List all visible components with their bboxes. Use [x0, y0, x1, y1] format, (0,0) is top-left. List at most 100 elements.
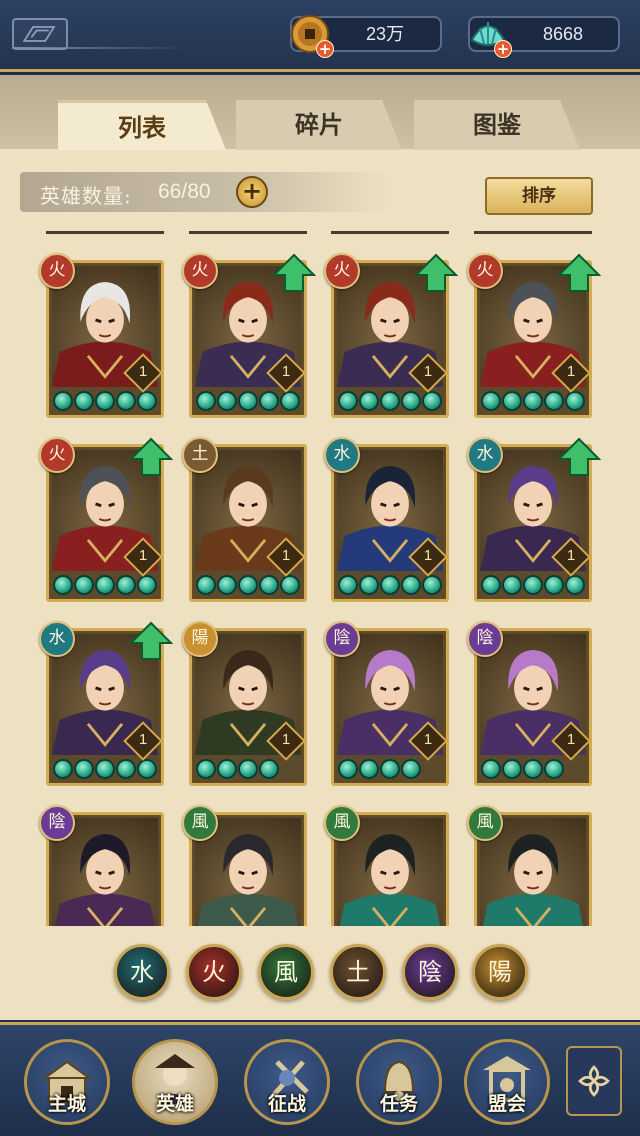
- star-bead-icon: [74, 391, 94, 411]
- element-badge: 水: [39, 621, 75, 657]
- hero-card[interactable]: 1水: [39, 621, 174, 786]
- element-filter-button[interactable]: 土: [330, 944, 386, 1000]
- jade-shell-icon[interactable]: +: [466, 12, 512, 58]
- star-bead-icon: [53, 759, 73, 779]
- star-bead-icon: [196, 759, 216, 779]
- element-filter-button[interactable]: 火: [186, 944, 242, 1000]
- hero-level: 1: [566, 731, 576, 748]
- nav-label: 任务: [379, 1093, 418, 1115]
- star-bead-icon: [523, 759, 543, 779]
- star-bead-icon: [338, 391, 358, 411]
- hero-card[interactable]: 1土: [182, 437, 307, 602]
- hero-level: 1: [138, 547, 148, 564]
- nav-label: 主城: [47, 1093, 86, 1115]
- star-bead-icon: [74, 575, 94, 595]
- star-bead-icon: [565, 391, 585, 411]
- star-bead-icon: [565, 575, 585, 595]
- copper-coin-icon[interactable]: +: [288, 12, 334, 58]
- tab-fragments[interactable]: 碎片: [236, 100, 402, 150]
- star-beads: [53, 759, 157, 779]
- hero-card[interactable]: 1陰: [467, 621, 592, 786]
- menu-icon: [22, 26, 56, 42]
- star-bead-icon: [481, 759, 501, 779]
- star-bead-icon: [53, 575, 73, 595]
- hero-level: 1: [423, 363, 433, 380]
- hero-count-value: 66/80: [158, 180, 211, 203]
- element-filter-button[interactable]: 水: [114, 944, 170, 1000]
- element-filter-button[interactable]: 陰: [402, 944, 458, 1000]
- nav-item[interactable]: 任务: [356, 1039, 442, 1125]
- element-badge: 火: [39, 253, 75, 289]
- expand-roster-button[interactable]: +: [236, 176, 268, 208]
- star-bead-icon: [481, 575, 501, 595]
- hero-grid: 1火 1火 1火 1火 1火 1 土 1 水 1 水 1 水 1 陽 1 陰 1…: [0, 240, 640, 926]
- element-filter-button[interactable]: 陽: [472, 944, 528, 1000]
- star-beads: [481, 575, 585, 595]
- element-badge: 風: [182, 805, 218, 841]
- element-badge: 風: [467, 805, 503, 841]
- hero-card[interactable]: 1火: [182, 253, 317, 418]
- nav-item[interactable]: 主城: [24, 1039, 110, 1125]
- star-bead-icon: [196, 575, 216, 595]
- sort-button[interactable]: 排序: [485, 177, 593, 215]
- element-badge: 水: [467, 437, 503, 473]
- hero-card[interactable]: 1火: [39, 253, 164, 418]
- star-beads: [481, 391, 585, 411]
- tab-list[interactable]: 列表: [58, 100, 226, 150]
- column-divider: [474, 231, 592, 234]
- hero-level: 1: [566, 547, 576, 564]
- element-badge: 陰: [324, 621, 360, 657]
- star-bead-icon: [137, 391, 157, 411]
- hero-card[interactable]: 風: [324, 805, 449, 926]
- hero-card[interactable]: 陰: [39, 805, 164, 926]
- upgrade-arrow-icon: [128, 621, 174, 661]
- hero-card[interactable]: 風: [467, 805, 592, 926]
- star-bead-icon: [280, 391, 300, 411]
- star-bead-icon: [502, 759, 522, 779]
- hero-card[interactable]: 1火: [467, 253, 602, 418]
- element-filter-bar: 水火風土陰陽: [0, 944, 640, 1008]
- menu-button[interactable]: [12, 18, 68, 50]
- star-bead-icon: [523, 575, 543, 595]
- element-filter-button[interactable]: 風: [258, 944, 314, 1000]
- coin-amount: 23万: [365, 24, 405, 44]
- hero-level: 1: [423, 547, 433, 564]
- star-bead-icon: [259, 391, 279, 411]
- star-bead-icon: [401, 759, 421, 779]
- nav-item[interactable]: 英雄: [132, 1039, 218, 1125]
- more-menu-button[interactable]: [566, 1046, 622, 1116]
- star-beads: [338, 391, 442, 411]
- star-beads: [481, 759, 564, 779]
- hero-card[interactable]: 1水: [324, 437, 449, 602]
- hero-card[interactable]: 1火: [39, 437, 174, 602]
- hero-level: 1: [423, 731, 433, 748]
- star-bead-icon: [116, 759, 136, 779]
- nav-label: 英雄: [155, 1093, 194, 1115]
- star-beads: [53, 575, 157, 595]
- star-bead-icon: [196, 391, 216, 411]
- star-bead-icon: [380, 391, 400, 411]
- hero-card[interactable]: 風: [182, 805, 307, 926]
- upgrade-arrow-icon: [556, 253, 602, 293]
- star-bead-icon: [422, 391, 442, 411]
- element-badge: 火: [39, 437, 75, 473]
- nav-item[interactable]: 征战: [244, 1039, 330, 1125]
- star-bead-icon: [359, 759, 379, 779]
- star-bead-icon: [380, 759, 400, 779]
- hero-count-label: 英雄数量:: [40, 184, 132, 208]
- nav-item[interactable]: 盟会: [464, 1039, 550, 1125]
- hero-card[interactable]: 1水: [467, 437, 602, 602]
- tab-codex[interactable]: 图鉴: [414, 100, 580, 150]
- jade-shell-counter: + 8668: [468, 16, 620, 58]
- hero-card[interactable]: 1陰: [324, 621, 449, 786]
- star-bead-icon: [422, 575, 442, 595]
- hero-card[interactable]: 1火: [324, 253, 459, 418]
- bottom-nav: 主城 英雄 征战 任务 盟会: [0, 1022, 640, 1136]
- star-bead-icon: [259, 575, 279, 595]
- upgrade-arrow-icon: [128, 437, 174, 477]
- hero-card[interactable]: 1陽: [182, 621, 307, 786]
- hero-level: 1: [281, 731, 291, 748]
- star-bead-icon: [74, 759, 94, 779]
- element-badge: 風: [324, 805, 360, 841]
- star-bead-icon: [380, 575, 400, 595]
